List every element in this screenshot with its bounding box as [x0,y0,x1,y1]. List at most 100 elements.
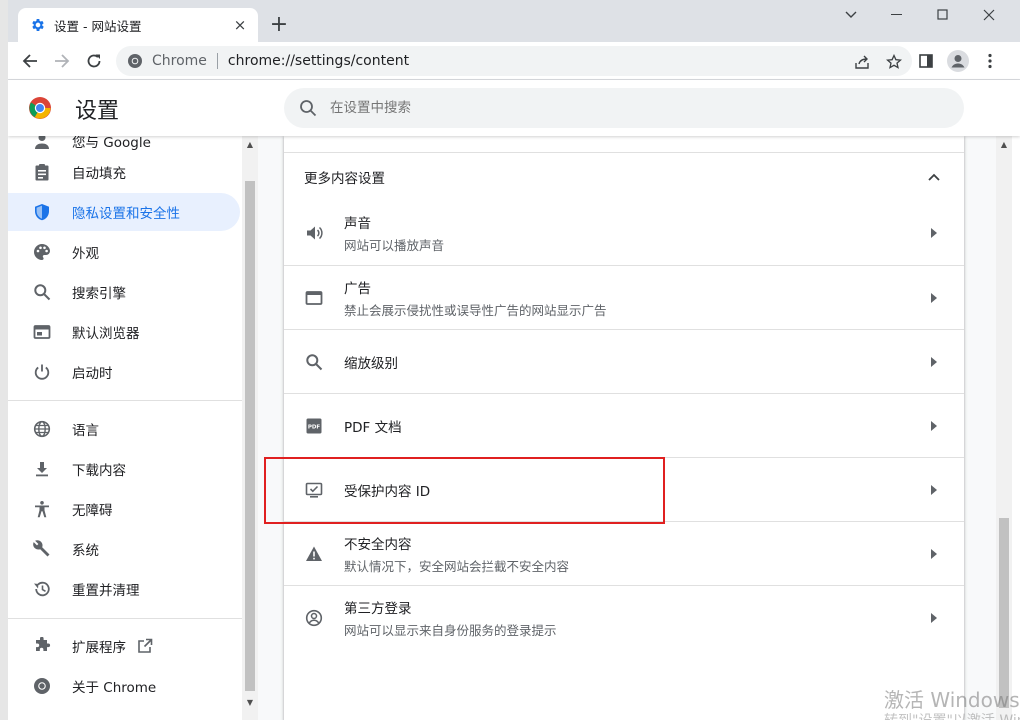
section-title: 更多内容设置 [304,170,385,187]
sidebar-item-label: 隐私设置和安全性 [72,206,180,222]
share-icon[interactable] [852,52,872,72]
back-arrow-icon[interactable] [16,47,44,75]
chrome-logo-icon [28,96,52,120]
sidebar-item-search-engine[interactable]: 搜索引擎 [8,273,240,311]
power-icon [32,362,52,382]
sidebar-divider [8,618,242,619]
row-title: 不安全内容 [344,536,412,553]
history-icon [32,579,52,599]
more-content-settings-header[interactable]: 更多内容设置 [284,152,964,200]
sidebar-item-extensions[interactable]: 扩展程序 [8,627,240,665]
sidebar-item-label: 关于 Chrome [72,680,157,696]
sidebar-item-default-browser[interactable]: 默认浏览器 [8,313,240,351]
scroll-up-icon[interactable]: ▲ [996,138,1012,152]
zoom-icon [304,352,324,372]
tab-title: 设置 - 网站设置 [54,18,142,34]
account-circle-icon [304,608,324,628]
browser-toolbar: Chrome chrome://settings/content [8,42,1020,80]
row-subtitle: 网站可以显示来自身份服务的登录提示 [344,622,557,638]
open-in-new-icon [136,637,154,655]
warning-icon [304,544,324,564]
sidebar-item-label: 启动时 [72,366,113,382]
sidebar-item-languages[interactable]: 语言 [8,410,240,448]
tab-close-icon[interactable]: × [232,17,248,33]
omnibox-divider [216,53,218,69]
ad-window-icon [304,288,324,308]
sidebar-item-reset-cleanup[interactable]: 重置并清理 [8,570,240,608]
search-icon [298,98,318,118]
minimize-icon[interactable] [874,0,920,30]
sidebar-item-on-startup[interactable]: 启动时 [8,353,240,391]
main-scrollbar[interactable]: ▲ [996,136,1012,720]
person-icon [32,136,52,151]
new-tab-button[interactable]: + [267,13,291,37]
wrench-icon [32,539,52,559]
profile-avatar-icon[interactable] [944,47,972,75]
row-third-party-sign-in[interactable]: 第三方登录网站可以显示来自身份服务的登录提示 [284,585,964,649]
main-scroll-thumb[interactable] [999,518,1009,708]
address-bar[interactable]: Chrome chrome://settings/content [116,46,912,76]
sidebar-item-label: 下载内容 [72,463,126,479]
row-title: 缩放级别 [344,355,398,372]
sidebar-divider [8,400,242,401]
accessibility-icon [32,499,52,519]
content-settings-card: 更多内容设置 声音 网站可以播放声音 广告禁止会展示侵扰性或误导性广告的网站显示广… [284,136,964,720]
chevron-right-icon [924,416,944,436]
row-ads[interactable]: 广告禁止会展示侵扰性或误导性广告的网站显示广告 [284,265,964,329]
chevron-right-icon [924,288,944,308]
clipboard-icon [32,162,52,182]
close-window-icon[interactable] [966,0,1012,30]
protected-content-icon [304,480,324,500]
sidebar-item-system[interactable]: 系统 [8,530,240,568]
settings-sidebar: 您与 Google 自动填充 隐私设置和安全性 外观 搜索引擎 默认浏览器 启动… [8,136,242,720]
row-subtitle: 禁止会展示侵扰性或误导性广告的网站显示广告 [344,302,607,318]
more-menu-icon[interactable] [976,47,1004,75]
chevron-right-icon [924,608,944,628]
tab-search-icon[interactable] [828,0,874,30]
sidebar-scroll-thumb[interactable] [245,181,255,691]
bookmark-star-icon[interactable] [884,52,904,72]
search-icon [32,282,52,302]
settings-search-box[interactable] [284,88,964,128]
sidebar-item-accessibility[interactable]: 无障碍 [8,490,240,528]
page-title: 设置 [75,99,120,124]
side-panel-icon[interactable] [912,47,940,75]
chevron-right-icon [924,352,944,372]
row-zoom-levels[interactable]: 缩放级别 [284,329,964,393]
row-protected-content-id[interactable]: 受保护内容 ID [284,457,964,521]
sidebar-item-autofill[interactable]: 自动填充 [8,153,240,191]
scroll-down-icon[interactable]: ▼ [242,696,258,710]
sidebar-item-downloads[interactable]: 下载内容 [8,450,240,488]
chevron-right-icon [924,480,944,500]
sidebar-item-label: 搜索引擎 [72,286,126,302]
svg-text:PDF: PDF [308,424,321,430]
sidebar-item-about-chrome[interactable]: 关于 Chrome [8,667,240,705]
sidebar-item-privacy-security[interactable]: 隐私设置和安全性 [8,193,240,231]
url-text[interactable]: chrome://settings/content [228,53,409,69]
sidebar-scrollbar[interactable]: ▲ ▼ [242,136,258,720]
site-chip: Chrome [152,53,207,69]
maximize-icon[interactable] [920,0,966,30]
sidebar-item-appearance[interactable]: 外观 [8,233,240,271]
forward-arrow-icon[interactable] [48,47,76,75]
row-subtitle: 默认情况下，安全网站会拦截不安全内容 [344,558,570,574]
row-insecure-content[interactable]: 不安全内容默认情况下，安全网站会拦截不安全内容 [284,521,964,585]
chevron-up-icon[interactable] [924,167,944,187]
reload-icon[interactable] [80,47,108,75]
row-subtitle: 网站可以播放声音 [344,238,445,253]
tab-strip: 设置 - 网站设置 × + [8,0,1020,42]
tab-settings[interactable]: 设置 - 网站设置 × [18,8,258,42]
speaker-icon [304,223,324,243]
row-title: 广告 [344,280,371,297]
settings-search-input[interactable] [330,100,930,116]
main-content: 更多内容设置 声音 网站可以播放声音 广告禁止会展示侵扰性或误导性广告的网站显示广… [258,136,996,720]
chevron-right-icon [924,544,944,564]
sidebar-item-label: 您与 Google [72,136,151,151]
row-pdf-documents[interactable]: PDF PDF 文档 [284,393,964,457]
sidebar-item-label: 重置并清理 [72,583,140,599]
scroll-up-icon[interactable]: ▲ [242,138,258,152]
pdf-icon: PDF [304,416,324,436]
sidebar-item-label: 外观 [72,246,99,262]
row-sound[interactable]: 声音 网站可以播放声音 [284,201,964,265]
row-title: 第三方登录 [344,600,412,617]
